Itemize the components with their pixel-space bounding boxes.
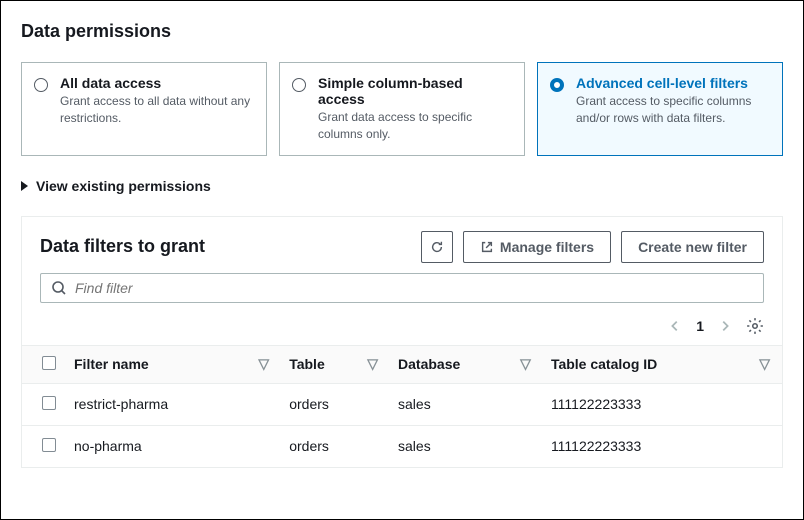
cell-catalog-id: 111122223333 bbox=[543, 425, 782, 467]
search-box[interactable] bbox=[40, 273, 764, 303]
sort-icon: ▽ bbox=[520, 356, 531, 373]
cell-table: orders bbox=[281, 425, 390, 467]
access-option-title: Advanced cell-level filters bbox=[576, 75, 770, 91]
prev-page-button[interactable] bbox=[668, 319, 682, 333]
cell-catalog-id: 111122223333 bbox=[543, 383, 782, 425]
access-option-title: All data access bbox=[60, 75, 254, 91]
expand-label: View existing permissions bbox=[36, 178, 211, 194]
external-icon bbox=[480, 240, 494, 254]
select-all-checkbox[interactable] bbox=[42, 356, 56, 370]
access-option-desc: Grant access to all data without any res… bbox=[60, 93, 254, 127]
column-header-filter-name[interactable]: Filter name ▽ bbox=[66, 345, 281, 383]
header-label: Table catalog ID bbox=[551, 356, 657, 372]
gear-icon bbox=[746, 317, 764, 335]
filters-table: Filter name ▽ Table ▽ Database ▽ Table c… bbox=[22, 345, 782, 467]
radio-icon bbox=[292, 78, 306, 92]
create-new-filter-button[interactable]: Create new filter bbox=[621, 231, 764, 263]
cell-filter-name: no-pharma bbox=[66, 425, 281, 467]
radio-icon bbox=[550, 78, 564, 92]
button-label: Manage filters bbox=[500, 239, 594, 255]
access-option-all-data[interactable]: All data access Grant access to all data… bbox=[21, 62, 267, 156]
sort-icon: ▽ bbox=[759, 356, 770, 373]
sort-icon: ▽ bbox=[367, 356, 378, 373]
radio-icon bbox=[34, 78, 48, 92]
sort-icon: ▽ bbox=[258, 356, 269, 373]
refresh-icon bbox=[430, 239, 444, 255]
cell-table: orders bbox=[281, 383, 390, 425]
page-number: 1 bbox=[696, 318, 704, 334]
search-wrap bbox=[22, 273, 782, 313]
search-input[interactable] bbox=[75, 280, 753, 296]
header-label: Database bbox=[398, 356, 460, 372]
data-filters-panel: Data filters to grant Manage filters Cre… bbox=[21, 216, 783, 468]
row-checkbox[interactable] bbox=[42, 396, 56, 410]
filters-header: Data filters to grant Manage filters Cre… bbox=[22, 217, 782, 273]
chevron-left-icon bbox=[668, 319, 682, 333]
table-row: restrict-pharma orders sales 11112222333… bbox=[22, 383, 782, 425]
pagination: 1 bbox=[22, 313, 782, 345]
cell-database: sales bbox=[390, 425, 543, 467]
settings-button[interactable] bbox=[746, 317, 764, 335]
button-label: Create new filter bbox=[638, 239, 747, 255]
caret-right-icon bbox=[21, 181, 28, 191]
access-option-desc: Grant data access to specific columns on… bbox=[318, 109, 512, 143]
table-row: no-pharma orders sales 111122223333 bbox=[22, 425, 782, 467]
header-label: Filter name bbox=[74, 356, 149, 372]
access-option-title: Simple column-based access bbox=[318, 75, 512, 107]
chevron-right-icon bbox=[718, 319, 732, 333]
header-label: Table bbox=[289, 356, 325, 372]
refresh-button[interactable] bbox=[421, 231, 453, 263]
search-icon bbox=[51, 280, 67, 296]
filters-title: Data filters to grant bbox=[40, 236, 411, 257]
view-existing-permissions-toggle[interactable]: View existing permissions bbox=[21, 178, 783, 194]
column-header-database[interactable]: Database ▽ bbox=[390, 345, 543, 383]
next-page-button[interactable] bbox=[718, 319, 732, 333]
column-header-catalog-id[interactable]: Table catalog ID ▽ bbox=[543, 345, 782, 383]
access-option-desc: Grant access to specific columns and/or … bbox=[576, 93, 770, 127]
access-option-column-based[interactable]: Simple column-based access Grant data ac… bbox=[279, 62, 525, 156]
column-header-table[interactable]: Table ▽ bbox=[281, 345, 390, 383]
table-header-row: Filter name ▽ Table ▽ Database ▽ Table c… bbox=[22, 345, 782, 383]
manage-filters-button[interactable]: Manage filters bbox=[463, 231, 611, 263]
cell-database: sales bbox=[390, 383, 543, 425]
page-title: Data permissions bbox=[21, 21, 783, 42]
cell-filter-name: restrict-pharma bbox=[66, 383, 281, 425]
access-options-group: All data access Grant access to all data… bbox=[21, 62, 783, 156]
row-checkbox[interactable] bbox=[42, 438, 56, 452]
access-option-cell-level[interactable]: Advanced cell-level filters Grant access… bbox=[537, 62, 783, 156]
